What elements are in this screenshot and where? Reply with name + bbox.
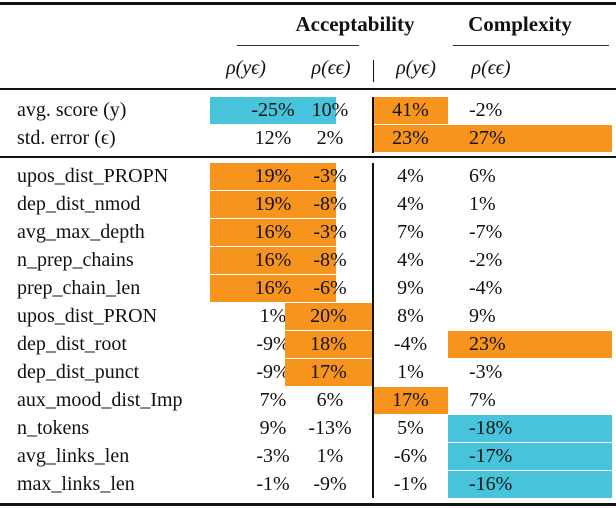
section2-vertical-line [372,163,374,498]
table-cell: 23% [373,125,448,152]
row-label: n_prep_chains [17,249,134,271]
table-cell: 4% [397,165,424,187]
top-rule [0,2,616,5]
table-row: aux_mood_dist_Imp 7% 6% 17% 7% [0,387,616,414]
table-cell: -3% [469,361,503,383]
column-header-cpx-rho-y: ρ(yϵ) [396,57,436,79]
row-label: dep_dist_punct [17,361,140,383]
table-cell: 2% [316,127,344,149]
table-cell: -16% [448,471,612,498]
table-cell: -1% [393,473,428,495]
cmidrule-complexity [453,45,609,46]
row-label: prep_chain_len [17,277,141,299]
table-row: dep_dist_root -9% 18% -4% 23% [0,331,616,358]
table-cell: 41% [373,97,448,124]
table-cell: 8% [397,305,424,327]
row-label: upos_dist_PRON [17,305,158,327]
row-label: avg_links_len [17,445,130,467]
table-row: prep_chain_len 16% -6% 9% -4% [0,275,616,302]
table-cell: 9% [469,305,496,327]
row-label: dep_dist_nmod [17,193,141,215]
table-cell: 9% [397,277,424,299]
table-cell: -2% [469,249,503,271]
table-cell: -2% [469,99,503,121]
column-header-cpx-rho-eps: ρ(ϵϵ) [471,57,511,79]
mid-rule [0,156,616,158]
table-cell: 4% [397,193,424,215]
table-cell: -6% [313,277,347,299]
row-label: max_links_len [17,473,135,495]
table-row: n_prep_chains 16% -8% 4% -2% [0,247,616,274]
table-cell: 6% [316,389,344,411]
table-cell: -8% [313,193,347,215]
table-cell: -9% [313,473,347,495]
bottom-rule [0,503,616,506]
table-cell: -13% [308,417,352,439]
table-cell: 27% [448,125,612,152]
table-cell: 7% [397,221,424,243]
table-cell: -17% [448,443,612,470]
table-cell: 6% [469,165,496,187]
group-header-complexity: Complexity [468,12,572,36]
row-label: n_tokens [17,417,90,439]
row-label: avg_max_depth [17,221,145,243]
table-row: n_tokens 9% -13% 5% -18% [0,415,616,442]
table-row: upos_dist_PRON 1% 20% 8% 9% [0,303,616,330]
table-cell: 10% [311,99,349,121]
header-separator [373,60,374,82]
table-cell: 1% [469,193,496,215]
table-cell: -6% [393,445,428,467]
row-label: avg. score (y) [17,99,127,121]
row-label: dep_dist_root [17,333,127,355]
table-row: std. error (ϵ) 12% 2% 23% 27% [0,125,616,152]
cmidrule-acceptability-full [237,45,359,46]
table-row: avg_max_depth 16% -3% 7% -7% [0,219,616,246]
table-cell: 23% [448,331,612,358]
row-label: std. error (ϵ) [17,127,116,149]
table-cell: 4% [397,249,424,271]
table-cell: 5% [397,417,424,439]
section1-vertical-line [372,97,374,153]
header-rule [0,88,616,90]
table-cell: -3% [313,165,347,187]
row-label: aux_mood_dist_Imp [17,389,183,411]
table-cell: 20% [285,303,372,330]
column-header-acc-rho-y: ρ(yϵ) [226,57,266,79]
table-cell: -4% [469,277,503,299]
table-cell: -3% [313,221,347,243]
table-cell: 1% [397,361,424,383]
group-header-acceptability: Acceptability [295,12,415,36]
table-row: dep_dist_punct -9% 17% 1% -3% [0,359,616,386]
column-header-acc-rho-eps: ρ(ϵϵ) [311,57,351,79]
table-cell: 17% [285,359,372,386]
table-cell: -18% [448,415,612,442]
table-row: dep_dist_nmod 19% -8% 4% 1% [0,191,616,218]
table-row: max_links_len -1% -9% -1% -16% [0,471,616,498]
table-row: avg. score (y) -25% 10% 41% -2% [0,97,616,124]
table-cell: -7% [469,221,503,243]
table-cell: 7% [469,389,496,411]
table-cell: 18% [285,331,372,358]
table-cell: 1% [316,445,344,467]
table-row: upos_dist_PROPN 19% -3% 4% 6% [0,163,616,190]
table-cell: -4% [393,333,428,355]
row-label: upos_dist_PROPN [17,165,169,187]
table-cell: -8% [313,249,347,271]
table-row: avg_links_len -3% 1% -6% -17% [0,443,616,470]
table-cell: 17% [373,387,448,414]
